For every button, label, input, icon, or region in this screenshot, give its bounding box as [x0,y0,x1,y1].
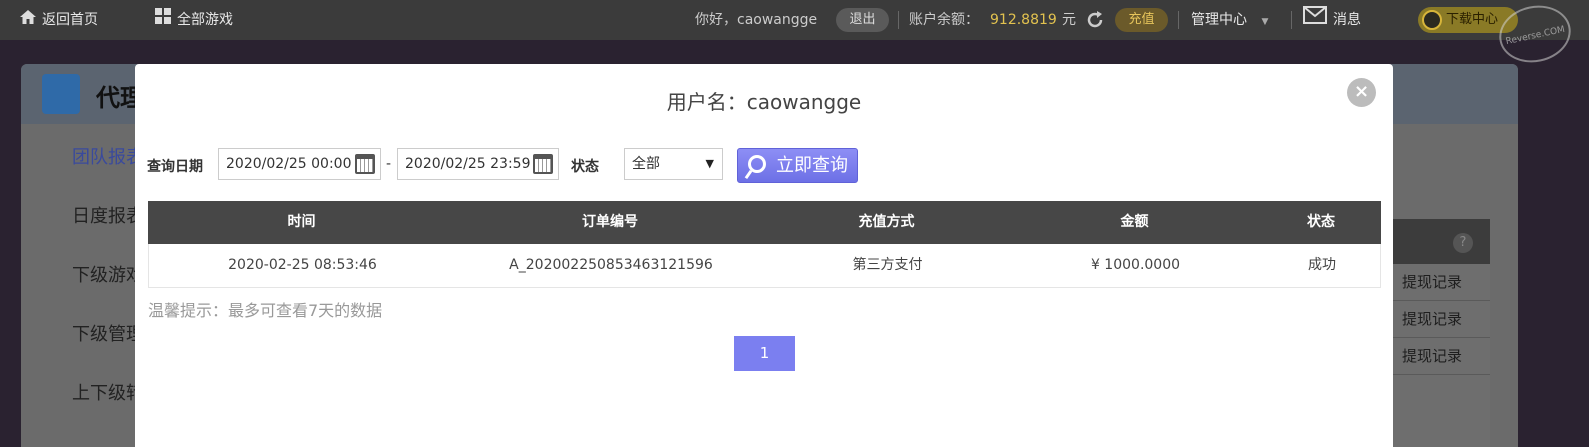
all-games-link[interactable]: 全部游戏 [155,0,233,40]
menu-item-sub-management[interactable]: 下级管理 [72,320,144,346]
menu-item-team-report[interactable]: 团队报表 [72,143,144,169]
divider [1383,374,1490,375]
mail-icon [1303,0,1327,40]
date-separator: - [386,156,392,172]
status-select[interactable]: 全部 ▼ [624,148,723,180]
column-header-amount: 金额 [1120,214,1149,230]
background-right-table-header [1383,219,1490,264]
divider [1383,337,1490,338]
download-icon [1422,10,1442,30]
menu-item-transfer[interactable]: 上下级转 [72,379,144,405]
withdraw-record-link[interactable]: 提现记录 [1402,308,1462,329]
dialog-title: 用户名：caowangge [666,90,862,114]
agent-icon [42,74,80,114]
close-icon: × [1353,81,1370,102]
home-label: 返回首页 [42,12,98,28]
pagination-page-1[interactable]: 1 [734,336,795,371]
status-selected-value: 全部 [632,156,660,172]
table-header: 时间 订单编号 充值方式 金额 状态 [148,201,1381,244]
cell-order-id: A_202002250853463121596 [509,257,713,273]
download-label: 下载中心 [1446,12,1499,27]
calendar-icon[interactable] [533,154,553,174]
divider [898,11,899,29]
calendar-icon[interactable] [355,154,375,174]
column-header-time: 时间 [287,214,316,230]
search-icon-handle [744,169,753,180]
cell-status: 成功 [1308,257,1336,273]
column-header-method: 充值方式 [858,214,915,230]
chevron-down-icon: ▼ [705,157,714,170]
menu-item-sub-games[interactable]: 下级游戏 [72,261,144,287]
menu-item-daily-report[interactable]: 日度报表 [72,202,144,228]
admin-center-menu[interactable]: 管理中心 ▼ [1191,0,1268,40]
status-label: 状态 [571,159,599,175]
balance-label: 账户余额： [909,12,979,28]
home-icon [20,0,36,40]
query-date-label: 查询日期 [147,159,203,175]
withdraw-record-link[interactable]: 提现记录 [1402,345,1462,366]
column-header-order-id: 订单编号 [582,214,638,230]
messages-label: 消息 [1333,12,1361,28]
cell-method: 第三方支付 [852,257,923,273]
date-from-input[interactable]: 2020/02/25 00:00 [218,148,381,180]
recharge-button[interactable]: 充值 [1115,8,1168,32]
grid-icon [155,0,171,40]
table-row: 2020-02-25 08:53:46 A_202002250853463121… [148,244,1381,288]
recharge-records-dialog: 用户名：caowangge × 查询日期 2020/02/25 00:00 - … [135,64,1393,447]
date-to-value: 2020/02/25 23:59 [405,156,531,172]
cell-time: 2020-02-25 08:53:46 [228,257,377,273]
divider [1383,300,1490,301]
date-to-input[interactable]: 2020/02/25 23:59 [397,148,559,180]
messages-link[interactable]: 消息 [1303,0,1361,40]
all-games-label: 全部游戏 [177,12,233,28]
refresh-icon[interactable] [1085,0,1105,40]
hint-text: 温馨提示：最多可查看7天的数据 [148,301,383,320]
query-button[interactable]: 立即查询 [737,148,858,183]
logout-button[interactable]: 退出 [836,8,889,32]
close-button[interactable]: × [1347,78,1376,107]
query-button-label: 立即查询 [776,155,848,176]
admin-center-label: 管理中心 [1191,12,1247,28]
balance-unit: 元 [1062,12,1076,28]
withdraw-record-link[interactable]: 提现记录 [1402,271,1462,292]
chevron-down-icon: ▼ [1261,17,1269,27]
date-from-value: 2020/02/25 00:00 [226,156,352,172]
divider [1178,11,1179,29]
balance-value: 912.8819 [990,12,1057,28]
home-link[interactable]: 返回首页 [20,0,98,40]
column-header-status: 状态 [1307,214,1335,230]
greeting-text: 你好，caowangge [695,12,818,28]
divider [1291,11,1292,29]
top-bar: 返回首页 全部游戏 你好，caowangge 退出 账户余额： 912.8819… [0,0,1589,40]
cell-amount: ¥ 1000.0000 [1090,257,1181,273]
help-icon[interactable]: ? [1453,233,1473,253]
